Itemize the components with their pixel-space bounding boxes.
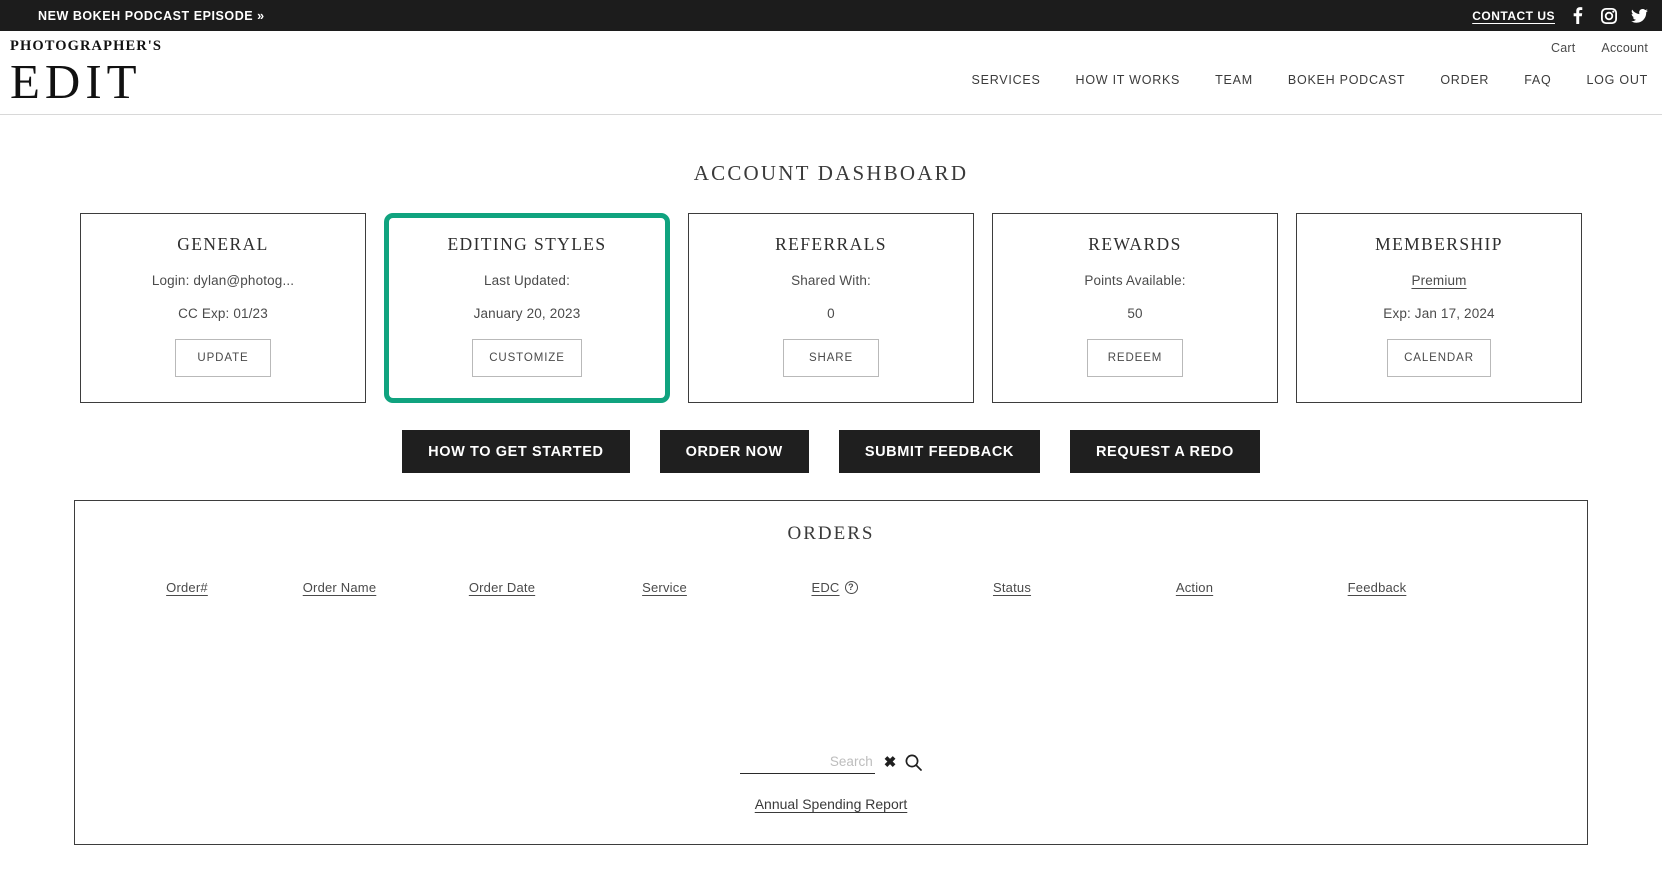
facebook-icon[interactable] (1569, 7, 1586, 24)
column-header-service[interactable]: Service (582, 580, 747, 595)
card-title: REFERRALS (775, 234, 887, 254)
page-title: ACCOUNT DASHBOARD (693, 161, 969, 185)
column-header-order-number[interactable]: Order# (117, 580, 257, 595)
card-line-points-value: 50 (1127, 306, 1143, 321)
column-label: Action (1175, 580, 1214, 595)
redeem-button[interactable]: REDEEM (1087, 339, 1183, 377)
orders-title: ORDERS (787, 523, 875, 544)
card-referrals[interactable]: REFERRALS Shared With: 0 SHARE (688, 213, 974, 403)
instagram-icon[interactable] (1600, 7, 1617, 24)
orders-panel: ORDERS Order# Order Name Order Date Serv… (74, 500, 1588, 845)
column-label: Order Date (468, 580, 536, 595)
membership-tier-link[interactable]: Premium (1411, 273, 1466, 288)
card-editing-styles[interactable]: EDITING STYLES Last Updated: January 20,… (384, 213, 670, 403)
request-a-redo-button[interactable]: REQUEST A REDO (1069, 430, 1260, 473)
column-label: EDC (811, 580, 840, 595)
orders-table-header: Order# Order Name Order Date Service EDC… (75, 580, 1587, 595)
dashboard-cards: GENERAL Login: dylan@photog... CC Exp: 0… (0, 213, 1662, 403)
column-header-order-name[interactable]: Order Name (257, 580, 422, 595)
main-nav: SERVICES HOW IT WORKS TEAM BOKEH PODCAST… (972, 73, 1648, 87)
card-title: MEMBERSHIP (1375, 234, 1503, 254)
nav-order[interactable]: ORDER (1440, 73, 1489, 87)
submit-feedback-button[interactable]: SUBMIT FEEDBACK (838, 430, 1040, 473)
nav-bokeh-podcast[interactable]: BOKEH PODCAST (1288, 73, 1405, 87)
site-header: PHOTOGRAPHER'S EDIT Cart Account SERVICE… (0, 31, 1662, 115)
search-input[interactable] (739, 754, 875, 774)
card-title: GENERAL (177, 234, 269, 254)
card-rewards[interactable]: REWARDS Points Available: 50 REDEEM (992, 213, 1278, 403)
column-header-order-date[interactable]: Order Date (422, 580, 582, 595)
help-question-icon[interactable]: ? (844, 581, 858, 594)
column-label: Order Name (302, 580, 377, 595)
nav-log-out[interactable]: LOG OUT (1586, 73, 1648, 87)
nav-faq[interactable]: FAQ (1524, 73, 1551, 87)
column-header-status[interactable]: Status (922, 580, 1102, 595)
nav-account[interactable]: Account (1601, 41, 1648, 55)
annual-spending-report-link[interactable]: Annual Spending Report (75, 796, 1587, 812)
clear-search-icon[interactable]: ✖ (884, 755, 897, 774)
page-content: ACCOUNT DASHBOARD GENERAL Login: dylan@p… (0, 161, 1662, 845)
card-title: REWARDS (1088, 234, 1182, 254)
utility-nav: Cart Account (1551, 41, 1648, 55)
column-label: Status (992, 580, 1032, 595)
card-line-points-label: Points Available: (1084, 273, 1186, 288)
card-line-cc-exp: CC Exp: 01/23 (178, 306, 268, 321)
nav-team[interactable]: TEAM (1215, 73, 1253, 87)
announcement-bar: NEW BOKEH PODCAST EPISODE » CONTACT US (0, 0, 1662, 31)
twitter-icon[interactable] (1631, 7, 1648, 24)
update-button[interactable]: UPDATE (175, 339, 271, 377)
contact-us-link[interactable]: CONTACT US (1472, 9, 1555, 23)
card-line-last-updated-label: Last Updated: (483, 273, 570, 288)
column-label: Feedback (1347, 580, 1407, 595)
customize-button[interactable]: CUSTOMIZE (472, 339, 582, 377)
card-line-login: Login: dylan@photog... (151, 273, 295, 288)
column-header-action[interactable]: Action (1102, 580, 1287, 595)
primary-actions: HOW TO GET STARTED ORDER NOW SUBMIT FEED… (0, 430, 1662, 473)
nav-cart[interactable]: Cart (1551, 41, 1575, 55)
calendar-button[interactable]: CALENDAR (1387, 339, 1491, 377)
order-now-button[interactable]: ORDER NOW (659, 430, 809, 473)
column-label: Order# (166, 580, 208, 595)
card-line-shared-with-value: 0 (827, 306, 835, 321)
column-header-feedback[interactable]: Feedback (1287, 580, 1467, 595)
nav-services[interactable]: SERVICES (972, 73, 1041, 87)
nav-how-it-works[interactable]: HOW IT WORKS (1076, 73, 1181, 87)
orders-table-body (75, 595, 1587, 745)
logo-main-text: EDIT (10, 53, 142, 109)
card-line-last-updated-value: January 20, 2023 (473, 306, 581, 321)
column-label: Service (642, 580, 687, 595)
share-button[interactable]: SHARE (783, 339, 879, 377)
logo-top-text: PHOTOGRAPHER'S (10, 38, 163, 54)
announcement-text[interactable]: NEW BOKEH PODCAST EPISODE » (38, 9, 265, 23)
search-icon[interactable] (905, 754, 923, 774)
card-line-membership-exp: Exp: Jan 17, 2024 (1383, 306, 1495, 321)
card-line-shared-with-label: Shared With: (791, 273, 871, 288)
announcement-right-group: CONTACT US (1472, 0, 1648, 31)
card-membership[interactable]: MEMBERSHIP Premium Exp: Jan 17, 2024 CAL… (1296, 213, 1582, 403)
card-title: EDITING STYLES (447, 234, 607, 254)
orders-search-row: ✖ (75, 754, 1587, 774)
how-to-get-started-button[interactable]: HOW TO GET STARTED (402, 430, 630, 473)
column-header-edc[interactable]: EDC ? (747, 580, 922, 595)
card-general[interactable]: GENERAL Login: dylan@photog... CC Exp: 0… (80, 213, 366, 403)
site-logo[interactable]: PHOTOGRAPHER'S EDIT (10, 39, 162, 107)
